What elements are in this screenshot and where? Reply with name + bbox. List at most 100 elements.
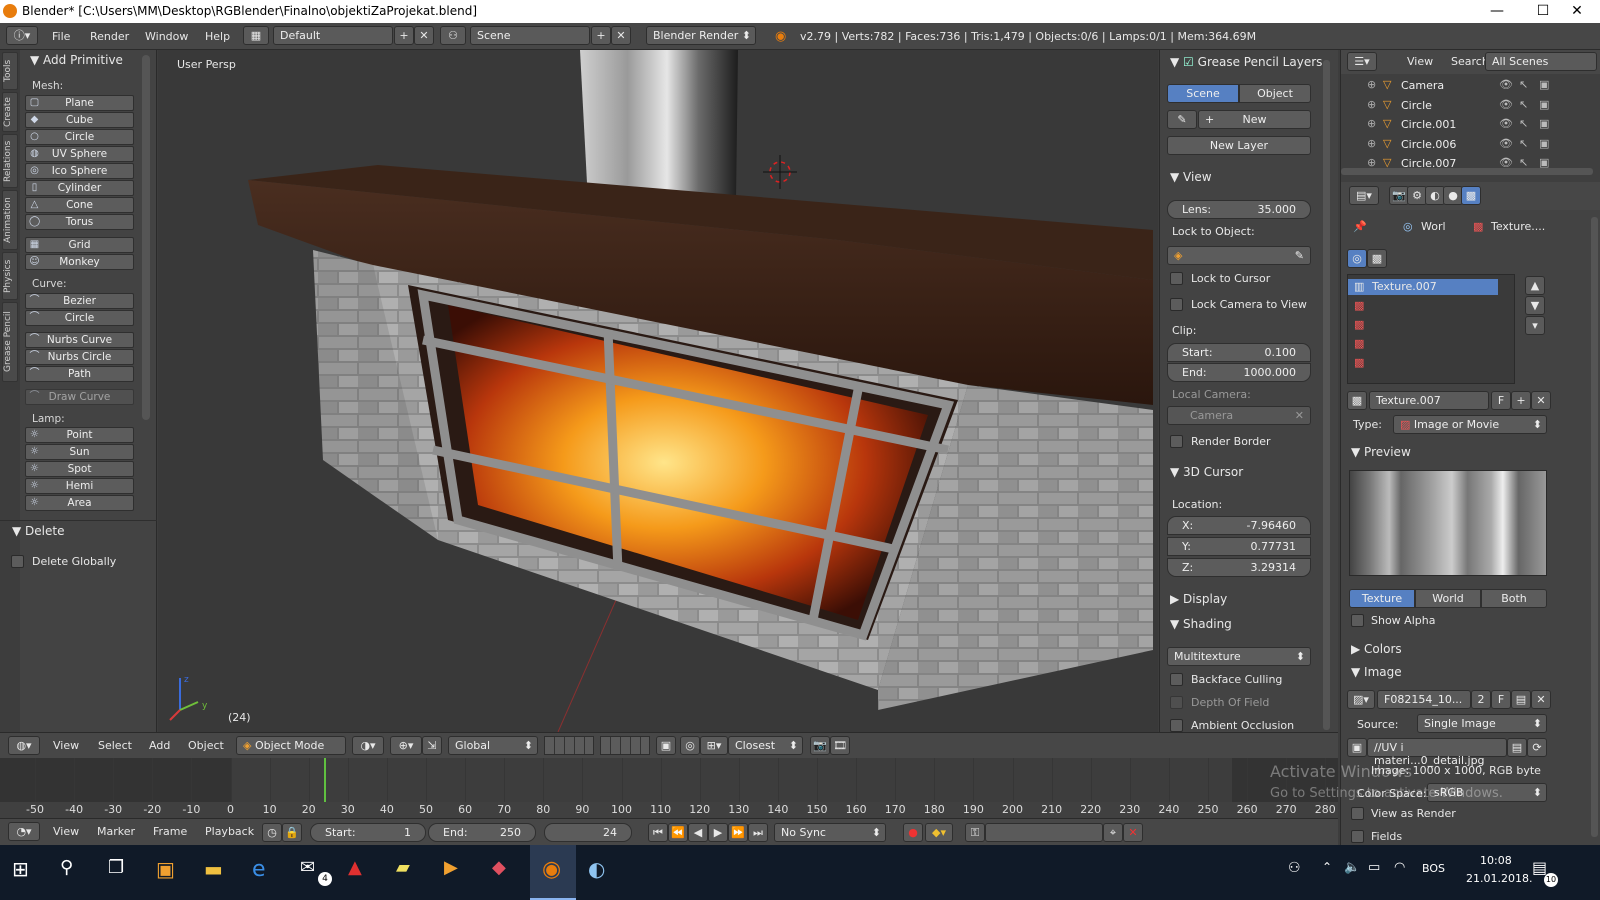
add-scene-icon[interactable]: + [591,26,611,45]
clock-date[interactable]: 21.01.2018. [1466,872,1532,885]
add-mesh-ico-sphere-button[interactable]: ◎ Ico Sphere [25,163,134,179]
expand-icon[interactable]: ⊕ [1367,98,1376,111]
mode-dropdown[interactable]: ◈ Object Mode [236,736,346,755]
jump-end-icon[interactable]: ⏭ [748,823,768,842]
start-icon[interactable]: ⊞ [12,857,40,885]
3d-viewport[interactable]: z y User Persp (24) [158,50,1158,732]
lock-range-icon[interactable]: 🔒 [282,823,302,842]
preview-world-tab[interactable]: World [1415,589,1481,608]
menu-select[interactable]: Select [98,739,132,752]
texture-type-dropdown[interactable]: ▨ Image or Movie ⬍ [1393,415,1547,434]
camera-render-icon[interactable]: ▣ [1539,117,1549,130]
panel-3d-cursor-header[interactable]: ▼ 3D Cursor [1170,465,1243,479]
texture-name-field[interactable]: Texture.007 [1369,391,1489,410]
expand-icon[interactable]: ⊕ [1367,137,1376,150]
reload-image-icon[interactable]: ⟳ [1527,738,1547,757]
gp-new-button[interactable]: + New [1198,110,1311,129]
source-dropdown[interactable]: Single Image ⬍ [1417,714,1547,733]
battery-icon[interactable]: ▭ [1368,860,1380,875]
lens-field[interactable]: Lens: 35.000 [1167,200,1311,219]
eye-icon[interactable]: 👁 [1499,78,1513,91]
cursor-z-field[interactable]: Z: 3.29314 [1167,558,1311,577]
pivot-point-icon[interactable]: ⊕▾ [390,736,422,755]
manipulator-icon[interactable]: ⇲ [422,736,442,755]
world-globe-tab-icon[interactable]: ● [1443,186,1463,205]
editor-type-info-icon[interactable]: ⓘ▾ [6,26,38,45]
panel-view-header[interactable]: ▼ View [1170,170,1212,184]
sticky-notes-icon[interactable]: ▰ [396,857,424,885]
add-curve-bezier-button[interactable]: ⌒ Bezier [25,293,134,309]
add-lamp-sun-button[interactable]: ☼ Sun [25,444,134,460]
add-curve-circle-button[interactable]: ⌒ Circle [25,310,134,326]
outliner-item[interactable]: ⊕ ▽ Camera 👁 ↖ ▣ [1341,76,1600,95]
close-button[interactable]: ✕ [1554,0,1600,23]
open-image-icon[interactable]: ▤ [1511,690,1531,709]
delete-globally-checkbox[interactable] [11,555,24,568]
empty-slot-icon[interactable]: ▩ [1354,299,1364,312]
pencil-icon[interactable]: ✎ [1167,110,1197,129]
add-mesh-uv-sphere-button[interactable]: ◍ UV Sphere [25,146,134,162]
menu-playback[interactable]: Playback [205,825,254,838]
texture-slot-list[interactable]: ▥ Texture.007 ▩ ▩ ▩ ▩ [1347,274,1515,384]
remove-scene-icon[interactable]: ✕ [611,26,631,45]
eye-icon[interactable]: 👁 [1499,117,1513,130]
volume-icon[interactable]: 🔈 [1344,860,1360,875]
add-curve-draw-curve-button[interactable]: ⌒ Draw Curve [25,389,134,405]
remove-layout-icon[interactable]: ✕ [414,26,434,45]
gp-check-icon[interactable]: ☑ [1183,55,1194,69]
render-engine-dropdown[interactable]: Blender Render ⬍ [646,26,756,45]
layers-grid-2[interactable] [600,736,650,755]
menu-frame[interactable]: Frame [153,825,187,838]
add-layout-icon[interactable]: + [394,26,414,45]
notifications-icon[interactable]: ▤ [1532,858,1547,877]
snap-target-dropdown[interactable]: Closest ⬍ [728,736,803,755]
snap-icon[interactable]: ⊞▾ [700,736,728,755]
prev-keyframe-icon[interactable]: ⏪ [668,823,688,842]
add-mesh-plane-button[interactable]: ▢ Plane [25,95,134,111]
keying-set-icon[interactable]: ⚿ [965,823,985,842]
image-filepath-field[interactable]: //UV i materi...0_detail.jpg [1367,738,1507,767]
cursor-icon[interactable]: ↖ [1519,98,1528,111]
empty-slot-icon[interactable]: ▩ [1354,337,1364,350]
unlink-image-icon[interactable]: ✕ [1531,690,1551,709]
file-explorer-icon[interactable]: ▬ [204,857,232,885]
tab-create[interactable]: Create [2,92,18,132]
empty-slot-icon[interactable]: ▩ [1354,318,1364,331]
lock-to-cursor-checkbox[interactable] [1170,272,1183,285]
editor-type-3d-icon[interactable]: ◍▾ [8,736,40,755]
insert-keyframe-icon[interactable]: ⌖ [1103,823,1123,842]
pin-icon[interactable]: 📌 [1353,220,1367,233]
empty-slot-icon[interactable]: ▩ [1354,356,1364,369]
move-down-icon[interactable]: ▼ [1525,296,1545,315]
next-keyframe-icon[interactable]: ⏩ [728,823,748,842]
minimize-button[interactable]: — [1474,0,1520,23]
outliner-item[interactable]: ⊕ ▽ Circle 👁 ↖ ▣ [1341,96,1600,115]
render-border-checkbox[interactable] [1170,435,1183,448]
lock-camera-layers-icon[interactable]: ▣ [656,736,676,755]
expand-icon[interactable]: ⊕ [1367,78,1376,91]
wifi-icon[interactable]: ◠ [1394,860,1405,875]
outliner-view-menu[interactable]: View [1407,55,1433,68]
clip-start-field[interactable]: Start: 0.100 [1167,343,1311,362]
gp-new-layer-button[interactable]: New Layer [1167,136,1311,155]
tab-physics[interactable]: Physics [2,252,18,300]
proportional-edit-icon[interactable]: ◎ [680,736,700,755]
add-lamp-area-button[interactable]: ☼ Area [25,495,134,511]
menu-file[interactable]: File [52,30,70,43]
render-tab-icon[interactable]: 📷 [1389,186,1409,205]
delete-keyframe-icon[interactable]: ✕ [1123,823,1143,842]
store-icon[interactable]: ▣ [156,857,184,885]
dof-checkbox[interactable] [1170,696,1183,709]
cursor-x-field[interactable]: X: -7.96460 [1167,516,1311,535]
texture-tab-icon[interactable]: ▩ [1461,186,1481,205]
layers-grid-1[interactable] [544,736,594,755]
add-mesh-cone-button[interactable]: △ Cone [25,197,134,213]
outliner-type-icon[interactable]: ☰▾ [1347,52,1377,71]
cursor-icon[interactable]: ↖ [1519,117,1528,130]
clock-time[interactable]: 10:08 [1480,854,1512,867]
blender-taskbar-item[interactable]: ◉ [530,845,576,900]
view-as-render-checkbox[interactable] [1351,807,1364,820]
cursor-y-field[interactable]: Y: 0.77731 [1167,537,1311,556]
cursor-icon[interactable]: ↖ [1519,78,1528,91]
menu-marker[interactable]: Marker [97,825,135,838]
